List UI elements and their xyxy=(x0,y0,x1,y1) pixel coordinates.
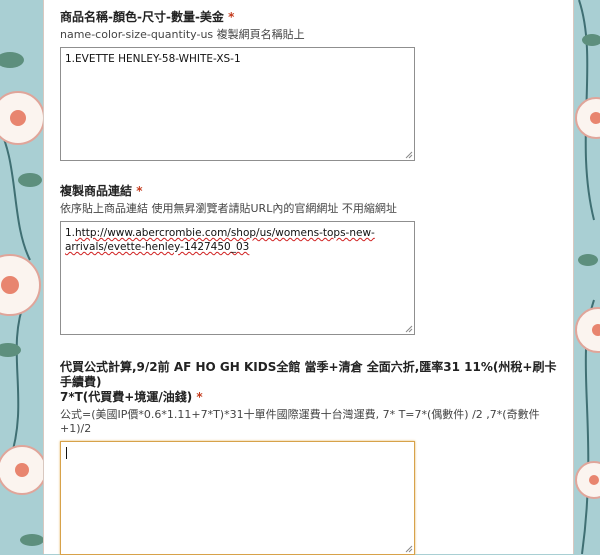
question-title: 商品名稱-顏色-尺寸-數量-美金 * xyxy=(60,10,560,25)
question-title: 複製商品連結 * xyxy=(60,184,560,199)
question-title-text: 7*T(代買費+境運/油錢) xyxy=(60,390,193,404)
textarea-value-line: 1.http://www.abercrombie.com/shop/us/wom… xyxy=(65,226,410,240)
right-floral-border xyxy=(574,0,600,554)
required-asterisk: * xyxy=(136,184,143,198)
question-help-text: 公式=(美國IP價*0.6*1.11+7*T)*31十單件國際運費十台灣運費, … xyxy=(60,408,540,435)
product-link-textarea[interactable]: 1.http://www.abercrombie.com/shop/us/wom… xyxy=(60,221,415,335)
textarea-value: 1.EVETTE HENLEY-58-WHITE-XS-1 xyxy=(65,53,241,65)
question-title-text: 代買公式計算,9/2前 AF HO GH KIDS全館 當季+清倉 全面六折,匯… xyxy=(60,360,557,389)
question-product-name: 商品名稱-顏色-尺寸-數量-美金 * name-color-size-quant… xyxy=(60,10,560,161)
price-formula-textarea[interactable] xyxy=(60,441,415,555)
textarea-value-line: arrivals/evette-henley-1427450_03 xyxy=(65,240,410,254)
question-product-link: 複製商品連結 * 依序貼上商品連結 使用無昇瀏覽者請貼URL內的官網網址 不用縮… xyxy=(60,184,560,335)
flower-shape xyxy=(0,91,43,145)
floral-pattern-right xyxy=(574,0,600,554)
question-title: 代買公式計算,9/2前 AF HO GH KIDS全館 當季+清倉 全面六折,匯… xyxy=(60,360,560,405)
left-floral-border xyxy=(0,0,43,554)
floral-pattern-left xyxy=(0,0,43,554)
url-text: http://www.abercrombie.com/shop/us/women… xyxy=(75,227,375,239)
resize-grip-icon[interactable] xyxy=(405,545,413,553)
question-help-text: 依序貼上商品連結 使用無昇瀏覽者請貼URL內的官網網址 不用縮網址 xyxy=(60,202,397,215)
url-text: arrivals/evette-henley-1427450_03 xyxy=(65,241,250,253)
list-prefix: 1. xyxy=(65,227,76,239)
flower-shape xyxy=(0,445,43,495)
required-asterisk: * xyxy=(228,10,235,24)
resize-grip-icon[interactable] xyxy=(405,151,413,159)
text-caret xyxy=(66,447,67,459)
question-help-text: name-color-size-quantity-us 複製網頁名稱貼上 xyxy=(60,28,305,41)
question-title-text: 複製商品連結 xyxy=(60,184,133,198)
resize-grip-icon[interactable] xyxy=(405,325,413,333)
question-title-text: 商品名稱-顏色-尺寸-數量-美金 xyxy=(60,10,224,24)
question-price-formula: 代買公式計算,9/2前 AF HO GH KIDS全館 當季+清倉 全面六折,匯… xyxy=(60,360,560,555)
product-name-textarea[interactable]: 1.EVETTE HENLEY-58-WHITE-XS-1 xyxy=(60,47,415,161)
required-asterisk: * xyxy=(196,390,203,404)
form-panel: 商品名稱-顏色-尺寸-數量-美金 * name-color-size-quant… xyxy=(43,0,574,555)
